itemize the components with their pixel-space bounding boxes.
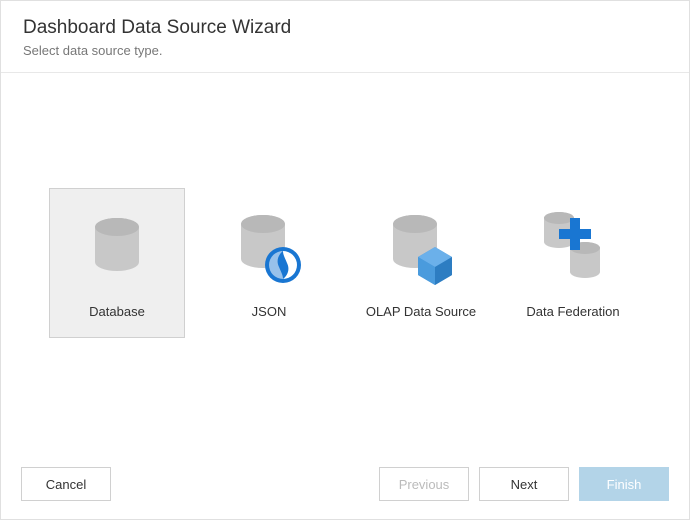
- next-button[interactable]: Next: [479, 467, 569, 501]
- wizard-subtitle: Select data source type.: [23, 43, 667, 58]
- option-data-federation[interactable]: Data Federation: [505, 188, 641, 338]
- wizard-header: Dashboard Data Source Wizard Select data…: [1, 1, 689, 73]
- data-source-options: Database JSON: [49, 188, 641, 338]
- olap-icon: [354, 189, 488, 304]
- wizard-footer: Cancel Previous Next Finish: [1, 453, 689, 519]
- option-database[interactable]: Database: [49, 188, 185, 338]
- option-label: Database: [89, 304, 145, 319]
- previous-button: Previous: [379, 467, 469, 501]
- option-json[interactable]: JSON: [201, 188, 337, 338]
- wizard-content: Database JSON: [1, 73, 689, 453]
- option-label: Data Federation: [526, 304, 619, 319]
- json-icon: [202, 189, 336, 304]
- cancel-button[interactable]: Cancel: [21, 467, 111, 501]
- option-label: JSON: [252, 304, 287, 319]
- option-olap[interactable]: OLAP Data Source: [353, 188, 489, 338]
- database-icon: [50, 189, 184, 304]
- wizard-dialog: Dashboard Data Source Wizard Select data…: [0, 0, 690, 520]
- option-label: OLAP Data Source: [366, 304, 476, 319]
- wizard-title: Dashboard Data Source Wizard: [23, 17, 667, 39]
- finish-button: Finish: [579, 467, 669, 501]
- data-federation-icon: [506, 189, 640, 304]
